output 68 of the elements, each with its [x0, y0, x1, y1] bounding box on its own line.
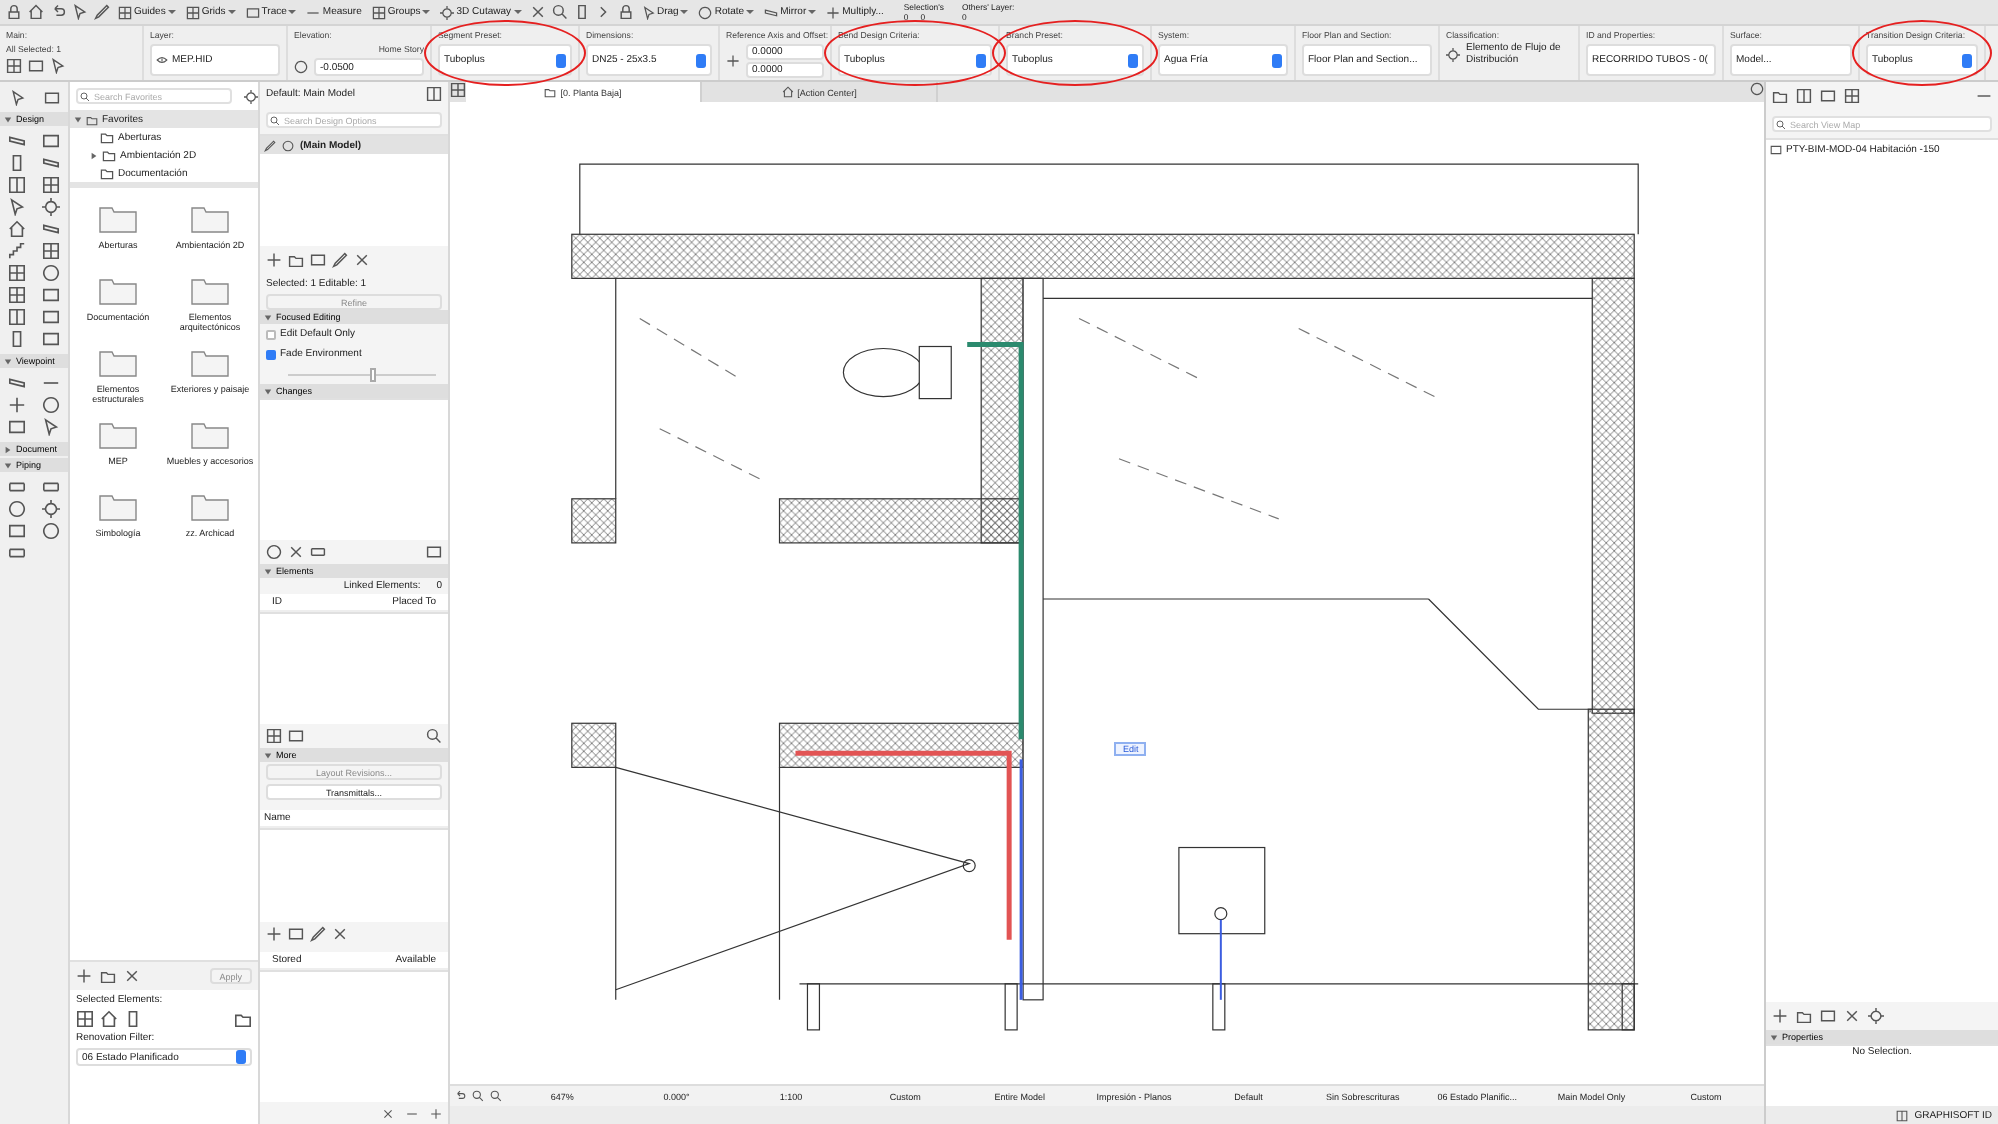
caret-icon[interactable]	[4, 445, 12, 453]
arrow-tool-icon[interactable]	[9, 90, 25, 106]
pencil-icon	[264, 139, 276, 151]
pipe-tool-icon[interactable]	[8, 478, 26, 496]
add-option-icon[interactable]	[266, 252, 282, 268]
close-icon[interactable]	[382, 1108, 394, 1120]
tool-icon	[698, 5, 713, 19]
eye-icon	[156, 54, 168, 66]
tool-icon	[826, 5, 841, 19]
snap-icon[interactable]	[551, 4, 567, 20]
wall-tool-icon[interactable]	[8, 132, 26, 150]
caret-icon[interactable]	[90, 151, 98, 159]
lock-icon[interactable]	[6, 4, 22, 20]
new-view-icon[interactable]	[1772, 1008, 1788, 1024]
tool-icon	[641, 5, 655, 19]
zoom-in-icon[interactable]	[472, 1090, 484, 1102]
search-icon	[270, 116, 280, 126]
tool-icon	[371, 5, 386, 19]
pointer-icon[interactable]	[72, 4, 88, 20]
search-icon	[1776, 120, 1786, 130]
delete-icon[interactable]	[1844, 1008, 1860, 1024]
window-icon[interactable]	[1896, 1110, 1909, 1122]
snap-icon[interactable]	[529, 4, 545, 20]
roof-tool-icon[interactable]	[8, 220, 26, 238]
delete-icon[interactable]	[124, 968, 140, 984]
locate-icon[interactable]	[426, 728, 442, 744]
caret-icon[interactable]	[74, 115, 82, 123]
tool-icon	[185, 5, 200, 19]
tab-icon	[781, 86, 794, 98]
open-folder-icon[interactable]	[234, 1010, 252, 1028]
search-icon	[80, 92, 90, 102]
settings-icon[interactable]	[1868, 1008, 1884, 1024]
tool-icon	[245, 5, 260, 19]
delete-icon[interactable]	[332, 926, 348, 942]
rename-icon[interactable]	[332, 252, 348, 268]
caret-icon[interactable]	[264, 751, 272, 759]
settings-icon[interactable]	[244, 89, 258, 103]
zoom-out-icon[interactable]	[490, 1090, 502, 1102]
column-tool-icon[interactable]	[8, 154, 26, 172]
home-icon[interactable]	[28, 4, 44, 20]
lock-icon[interactable]	[617, 4, 633, 20]
folder-icon[interactable]	[288, 252, 304, 268]
tool-icon	[764, 5, 779, 19]
caret-icon[interactable]	[264, 567, 272, 575]
pointer-icon[interactable]	[50, 58, 66, 74]
water-pipe[interactable]	[967, 342, 1024, 740]
marquee-tool-icon[interactable]	[43, 90, 59, 106]
caret-icon[interactable]	[4, 357, 12, 365]
stair-tool-icon[interactable]	[8, 242, 26, 260]
caret-icon[interactable]	[4, 115, 12, 123]
rename-icon[interactable]	[310, 926, 326, 942]
undo-icon[interactable]	[50, 4, 66, 20]
tool-icon	[440, 5, 455, 19]
undo-icon[interactable]	[454, 1090, 466, 1102]
delete-icon[interactable]	[354, 252, 370, 268]
caret-icon[interactable]	[264, 313, 272, 321]
add-icon[interactable]	[266, 926, 282, 942]
new-folder-icon[interactable]	[100, 968, 116, 984]
add-favorite-icon[interactable]	[76, 968, 92, 984]
caret-icon[interactable]	[4, 461, 12, 469]
slab-tool-icon[interactable]	[42, 132, 60, 150]
pencil-icon[interactable]	[94, 4, 110, 20]
water-pipe[interactable]	[795, 750, 1012, 940]
tab-icon	[544, 86, 557, 98]
plus-icon[interactable]	[430, 1108, 442, 1120]
folder-icon[interactable]	[1796, 1008, 1812, 1024]
grid-icon[interactable]	[450, 82, 466, 98]
tool-icon	[118, 5, 132, 19]
